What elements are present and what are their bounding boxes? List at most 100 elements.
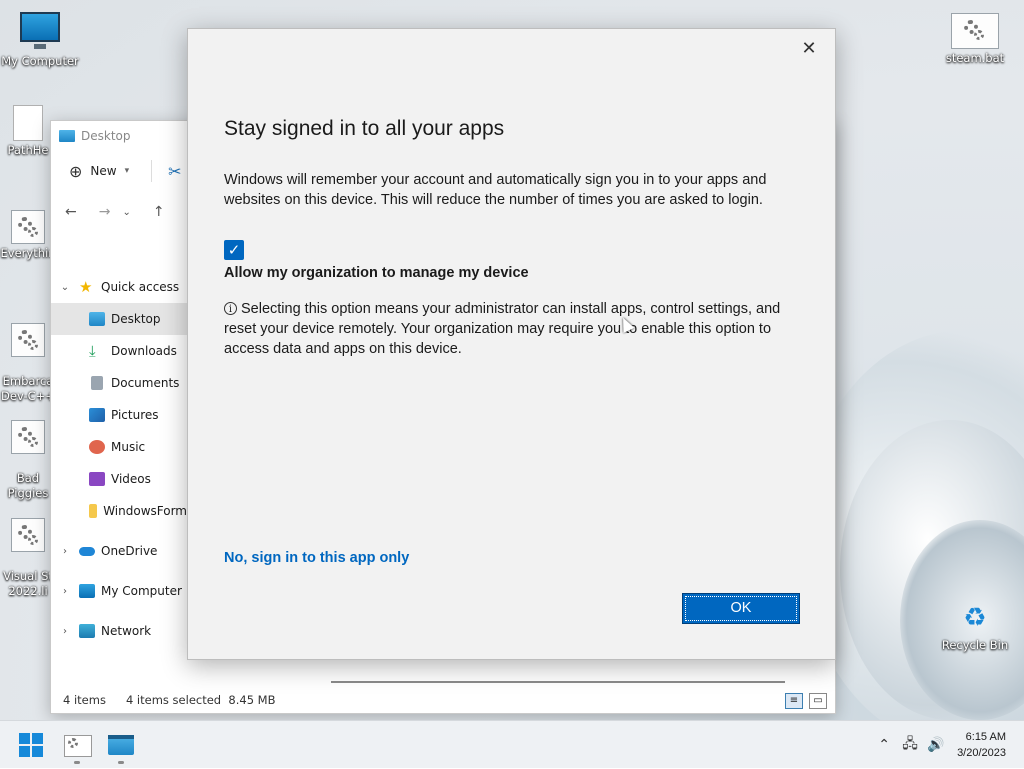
download-icon: ⤓ xyxy=(89,342,96,360)
monitor-icon xyxy=(20,12,60,49)
nav-item-documents[interactable]: Documents xyxy=(51,367,187,399)
horizontal-scrollbar[interactable] xyxy=(331,681,785,683)
folder-icon xyxy=(89,504,98,518)
chevron-right-icon: › xyxy=(63,625,67,637)
network-icon[interactable]: 🖧 xyxy=(899,733,921,757)
pictures-icon xyxy=(89,408,105,422)
nav-item-windowsform[interactable]: WindowsForm xyxy=(51,495,187,527)
status-selected: 4 items selected 8.45 MB xyxy=(125,693,276,707)
nav-label: OneDrive xyxy=(101,544,158,558)
taskbar-app-settings[interactable] xyxy=(64,735,92,757)
windows-logo-pane xyxy=(32,733,43,744)
batch-file-icon xyxy=(11,323,45,357)
nav-item-desktop[interactable]: Desktop xyxy=(51,303,187,335)
info-text: Selecting this option means your adminis… xyxy=(224,301,781,357)
nav-network[interactable]: › Network xyxy=(51,615,187,647)
nav-label: Quick access xyxy=(101,280,180,294)
windows-logo-pane xyxy=(19,733,30,744)
batch-file-icon xyxy=(951,13,999,49)
nav-label: Documents xyxy=(111,376,180,390)
up-arrow-icon[interactable]: ↑ xyxy=(153,204,165,220)
cloud-icon xyxy=(79,546,95,556)
manage-device-checkbox[interactable]: ✓ xyxy=(224,240,244,260)
desktop-icon-label: My Computer xyxy=(1,54,79,68)
status-bar: 4 items 4 items selected 8.45 MB xyxy=(51,687,835,713)
videos-icon xyxy=(89,472,105,486)
taskbar-running-indicator xyxy=(74,761,80,764)
taskbar-running-indicator xyxy=(118,761,124,764)
plus-circle-icon: ⊕ xyxy=(69,161,83,181)
back-arrow-icon[interactable]: ← xyxy=(65,204,77,220)
desktop-icon-steam-bat[interactable]: steam.bat xyxy=(935,13,1015,66)
nav-quick-access[interactable]: ⌄ ★ Quick access xyxy=(51,271,187,303)
new-label: New xyxy=(90,164,117,178)
manage-device-label[interactable]: Allow my organization to manage my devic… xyxy=(224,265,529,281)
music-icon xyxy=(89,440,105,454)
chevron-up-icon[interactable]: ⌃ xyxy=(873,737,895,753)
dialog-description: Windows will remember your account and a… xyxy=(224,172,767,208)
ok-button[interactable]: OK xyxy=(682,593,800,624)
details-view-icon[interactable]: ≡ xyxy=(785,693,803,709)
nav-label: Music xyxy=(111,440,146,454)
desktop-icon-my-computer[interactable]: My Computer xyxy=(0,12,80,69)
nav-item-videos[interactable]: Videos xyxy=(51,463,187,495)
nav-my-computer[interactable]: › My Computer xyxy=(51,575,187,607)
view-toggle: ≡ ▭ xyxy=(785,693,827,709)
explorer-title: Desktop xyxy=(81,129,131,143)
desktop-icon-recycle-bin[interactable]: ♻ Recycle Bin xyxy=(935,600,1015,653)
batch-file-icon xyxy=(11,210,45,244)
system-tray: ⌃ 🖧 🔊 6:15 AM 3/20/2023 xyxy=(871,721,1024,769)
nav-label: Desktop xyxy=(111,312,161,326)
clock-date: 3/20/2023 xyxy=(957,747,1006,759)
nav-label: Network xyxy=(101,624,152,638)
nav-label: WindowsForm xyxy=(103,504,187,518)
chevron-right-icon: › xyxy=(63,545,67,557)
gear-icon xyxy=(68,738,78,748)
sign-in-dialog: ✕ Stay signed in to all your apps Window… xyxy=(187,28,836,660)
chevron-down-icon: ⌄ xyxy=(60,281,70,293)
navigation-pane: ⌄ ★ Quick access Desktop ⤓ Downloads Doc… xyxy=(51,271,187,647)
status-item-count: 4 items xyxy=(63,693,106,707)
info-text-block: i Selecting this option means your admini… xyxy=(224,299,814,359)
chevron-down-icon: ▾ xyxy=(124,166,130,176)
forward-arrow-icon[interactable]: → xyxy=(99,204,111,220)
checkmark-icon: ✓ xyxy=(227,241,241,259)
nav-item-pictures[interactable]: Pictures xyxy=(51,399,187,431)
chevron-right-icon: › xyxy=(63,585,67,597)
windows-logo-pane xyxy=(32,746,43,757)
batch-file-icon xyxy=(11,518,45,552)
start-button[interactable] xyxy=(19,733,43,757)
cut-icon[interactable]: ✂ xyxy=(168,162,181,181)
tiles-view-icon[interactable]: ▭ xyxy=(809,693,827,709)
dialog-title: Stay signed in to all your apps xyxy=(224,117,505,140)
recycle-bin-icon: ♻ xyxy=(963,603,987,633)
file-icon xyxy=(13,105,43,141)
info-icon: i xyxy=(224,302,237,315)
divider xyxy=(151,160,153,182)
nav-label: Downloads xyxy=(111,344,177,358)
taskbar-file-explorer[interactable] xyxy=(108,735,134,755)
star-icon: ★ xyxy=(79,278,93,296)
speaker-icon[interactable]: 🔊 xyxy=(925,737,947,753)
document-icon xyxy=(91,376,103,390)
windows-logo-pane xyxy=(19,746,30,757)
nav-label: Pictures xyxy=(111,408,159,422)
desktop-icon-label: steam.bat xyxy=(945,51,1005,65)
new-button[interactable]: ⊕ New ▾ xyxy=(69,162,129,181)
sign-in-this-app-only-link[interactable]: No, sign in to this app only xyxy=(224,550,409,566)
nav-label: Videos xyxy=(111,472,151,486)
desktop-folder-icon xyxy=(89,312,105,326)
network-icon xyxy=(79,624,95,638)
clock-time: 6:15 AM xyxy=(965,731,1006,743)
nav-item-downloads[interactable]: ⤓ Downloads xyxy=(51,335,187,367)
folder-icon xyxy=(108,735,134,739)
nav-label: My Computer xyxy=(101,584,182,598)
nav-onedrive[interactable]: › OneDrive xyxy=(51,535,187,567)
batch-file-icon xyxy=(11,420,45,454)
nav-item-music[interactable]: Music xyxy=(51,431,187,463)
close-icon[interactable]: ✕ xyxy=(797,37,821,61)
desktop-icon-label: Recycle Bin xyxy=(941,638,1009,652)
folder-icon xyxy=(59,130,75,142)
clock[interactable]: 6:15 AM 3/20/2023 xyxy=(949,729,1024,761)
recent-chevron-icon[interactable]: ⌄ xyxy=(122,207,130,218)
